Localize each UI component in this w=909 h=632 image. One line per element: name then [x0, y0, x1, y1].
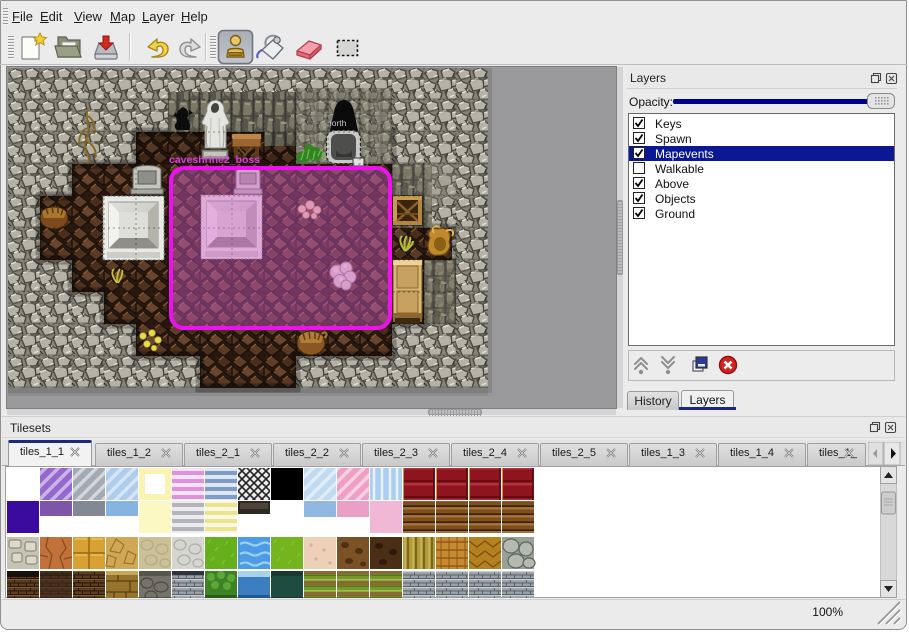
svg-text:north: north — [327, 118, 347, 128]
svg-text:caveshrine2_boss: caveshrine2_boss — [169, 154, 260, 166]
